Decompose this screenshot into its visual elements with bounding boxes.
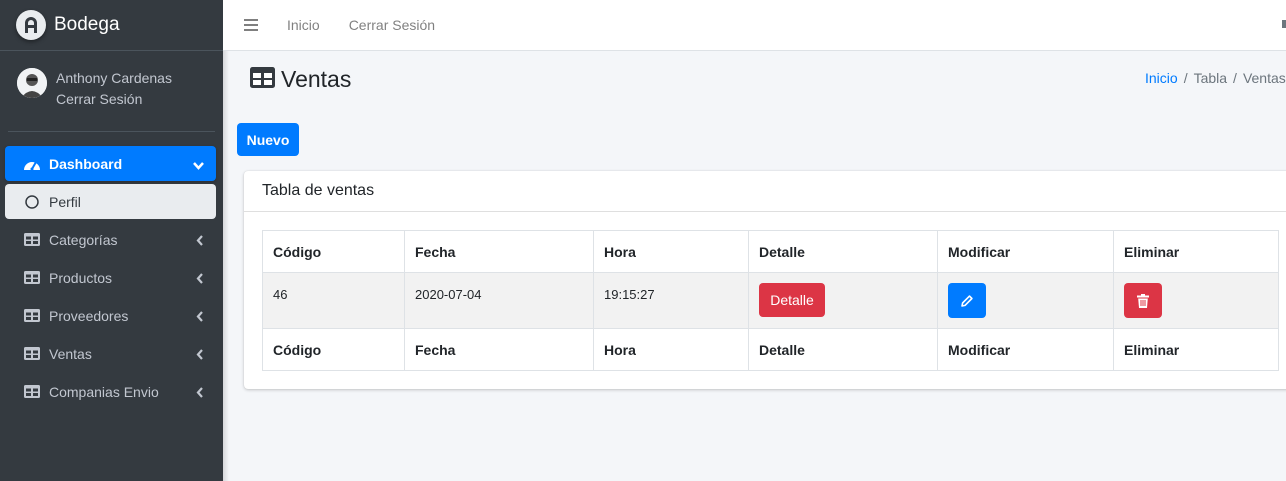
sidebar-item-dashboard[interactable]: Dashboard (5, 146, 216, 181)
footer-modificar: Modificar (937, 328, 1114, 371)
chevron-down-icon (193, 157, 204, 173)
sidebar-logout-link[interactable]: Cerrar Sesión (56, 89, 172, 110)
cell-eliminar (1113, 272, 1279, 329)
detail-button[interactable]: Detalle (759, 283, 825, 317)
breadcrumb-item-tabla: Tabla (1193, 70, 1228, 86)
sidebar-item-label: Dashboard (49, 155, 123, 172)
table-row: 46 2020-07-04 19:15:27 Detalle (262, 272, 1279, 329)
sidebar-item-categorias[interactable]: Categorías (5, 222, 216, 257)
user-panel: Anthony Cardenas Cerrar Sesión (8, 51, 215, 132)
cell-fecha: 2020-07-04 (404, 272, 594, 329)
sales-table: Código Fecha Hora Detalle Modificar Elim… (262, 230, 1279, 371)
delete-button[interactable] (1124, 283, 1162, 318)
nav-link-inicio[interactable]: Inicio (287, 17, 320, 33)
table-header-row: Código Fecha Hora Detalle Modificar Elim… (262, 230, 1279, 273)
sidebar-item-label: Ventas (49, 345, 92, 362)
breadcrumb: Inicio / Tabla / Ventas (1145, 70, 1286, 86)
cell-codigo: 46 (262, 272, 405, 329)
table-icon (250, 66, 275, 93)
sidebar-item-label: Companias Envio (49, 383, 159, 400)
column-header-hora: Hora (593, 230, 749, 273)
sidebar-item-label: Categorías (49, 231, 118, 248)
sidebar-shadow (223, 0, 229, 481)
edit-button[interactable] (948, 283, 986, 318)
table-icon (23, 347, 41, 361)
table-icon (23, 271, 41, 285)
sidebar-item-ventas[interactable]: Ventas (5, 336, 216, 371)
grid-icon[interactable] (1282, 20, 1286, 28)
avatar[interactable] (17, 68, 47, 98)
chevron-left-icon (196, 347, 204, 363)
breadcrumb-item-ventas: Ventas (1242, 70, 1286, 86)
chevron-left-icon (196, 233, 204, 249)
cell-hora: 19:15:27 (593, 272, 749, 329)
hamburger-menu-icon[interactable] (244, 19, 258, 31)
chevron-left-icon (196, 271, 204, 287)
sidebar-item-companias-envio[interactable]: Companias Envio (5, 374, 216, 409)
sidebar-nav: Dashboard Perfil Categorías Productos Pr… (0, 132, 223, 409)
trash-icon (1137, 293, 1149, 308)
chevron-left-icon (196, 309, 204, 325)
column-header-eliminar: Eliminar (1113, 230, 1279, 273)
page-title: Ventas (281, 66, 352, 92)
sidebar: Bodega Anthony Cardenas Cerrar Sesión Da… (0, 0, 223, 481)
tachometer-icon (23, 157, 41, 171)
sales-card: Tabla de ventas Código Fecha Hora Detall… (244, 171, 1286, 389)
new-button[interactable]: Nuevo (237, 123, 299, 156)
pencil-icon (961, 294, 973, 307)
sidebar-item-perfil[interactable]: Perfil (5, 184, 216, 219)
table-icon (23, 385, 41, 399)
nav-link-logout[interactable]: Cerrar Sesión (349, 17, 435, 33)
sidebar-item-proveedores[interactable]: Proveedores (5, 298, 216, 333)
cell-detalle: Detalle (748, 272, 938, 329)
circle-icon (23, 194, 41, 209)
footer-hora: Hora (593, 328, 749, 371)
chevron-left-icon (196, 385, 204, 401)
breadcrumb-link-inicio[interactable]: Inicio (1145, 70, 1178, 86)
table-icon (23, 309, 41, 323)
footer-eliminar: Eliminar (1113, 328, 1279, 371)
footer-detalle: Detalle (748, 328, 938, 371)
content-header: Ventas (250, 66, 351, 93)
sidebar-item-productos[interactable]: Productos (5, 260, 216, 295)
table-icon (23, 233, 41, 247)
footer-fecha: Fecha (404, 328, 594, 371)
sidebar-item-label: Productos (49, 269, 113, 286)
brand-logo (16, 10, 46, 40)
column-header-codigo: Código (262, 230, 405, 273)
sidebar-item-label: Perfil (49, 193, 81, 210)
brand-name: Bodega (54, 14, 120, 35)
top-navbar: Inicio Cerrar Sesión (223, 0, 1286, 51)
brand[interactable]: Bodega (0, 0, 223, 51)
column-header-detalle: Detalle (748, 230, 938, 273)
footer-codigo: Código (262, 328, 405, 371)
column-header-fecha: Fecha (404, 230, 594, 273)
user-name[interactable]: Anthony Cardenas (56, 68, 172, 89)
sidebar-item-label: Proveedores (49, 307, 129, 324)
card-title: Tabla de ventas (244, 171, 1286, 212)
cell-modificar (937, 272, 1114, 329)
table-footer-row: Código Fecha Hora Detalle Modificar Elim… (262, 328, 1279, 371)
column-header-modificar: Modificar (937, 230, 1114, 273)
